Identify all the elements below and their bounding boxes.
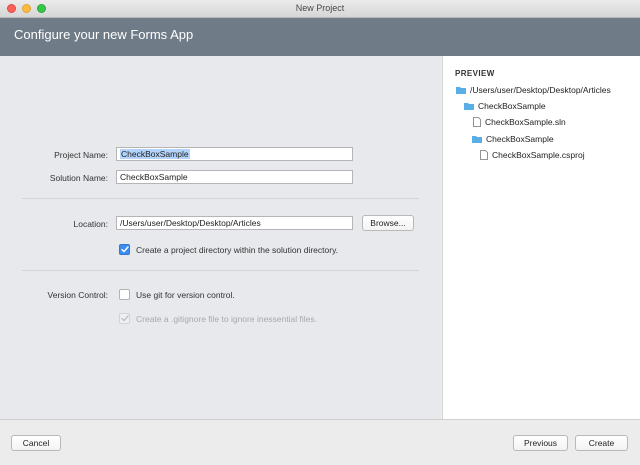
folder-icon (472, 136, 482, 143)
solution-name-value: CheckBoxSample (120, 172, 188, 182)
file-icon (480, 150, 488, 160)
tree-item-label: CheckBoxSample.sln (485, 117, 566, 127)
preview-title: PREVIEW (455, 69, 495, 78)
divider (22, 198, 419, 199)
tree-item-project-folder[interactable]: CheckBoxSample (472, 134, 554, 144)
location-label: Location: (73, 219, 109, 229)
dialog-footer: Cancel Previous Create (0, 419, 640, 465)
tree-item-solution-folder[interactable]: CheckBoxSample (464, 101, 546, 111)
use-git-checkbox[interactable] (119, 289, 130, 300)
file-icon (473, 117, 481, 127)
tree-item-label: /Users/user/Desktop/Desktop/Articles (470, 85, 611, 95)
folder-icon (464, 103, 474, 110)
tree-item-root-folder[interactable]: /Users/user/Desktop/Desktop/Articles (456, 85, 611, 95)
tree-item-csproj-file[interactable]: CheckBoxSample.csproj (480, 150, 585, 160)
previous-button[interactable]: Previous (513, 435, 568, 451)
settings-panel: Project Name: CheckBoxSample Solution Na… (0, 56, 441, 419)
solution-name-label: Solution Name: (49, 173, 108, 183)
create-button[interactable]: Create (575, 435, 628, 451)
tree-item-sln-file[interactable]: CheckBoxSample.sln (473, 117, 566, 127)
create-directory-label: Create a project directory within the so… (136, 244, 339, 255)
use-git-option[interactable]: Use git for version control. (119, 289, 235, 300)
title-bar[interactable]: New Project (0, 0, 640, 18)
project-name-value: CheckBoxSample (120, 149, 190, 159)
gitignore-checkbox (119, 313, 130, 324)
location-field[interactable]: /Users/user/Desktop/Desktop/Articles (116, 216, 353, 230)
tree-item-label: CheckBoxSample (486, 134, 554, 144)
project-name-field[interactable]: CheckBoxSample (116, 147, 353, 161)
new-project-window: New Project Configure your new Forms App… (0, 0, 640, 465)
tree-item-label: CheckBoxSample.csproj (492, 150, 585, 160)
create-directory-checkbox[interactable] (119, 244, 130, 255)
checkmark-icon (120, 315, 129, 322)
project-name-label: Project Name: (54, 150, 108, 160)
gitignore-label: Create a .gitignore file to ignore iness… (136, 313, 317, 324)
preview-panel: PREVIEW /Users/user/Desktop/Desktop/Arti… (442, 56, 640, 419)
folder-icon (456, 87, 466, 94)
gitignore-option: Create a .gitignore file to ignore iness… (119, 313, 317, 324)
dialog-title: Configure your new Forms App (14, 27, 194, 42)
location-value: /Users/user/Desktop/Desktop/Articles (120, 218, 261, 228)
solution-name-field[interactable]: CheckBoxSample (116, 170, 353, 184)
browse-button[interactable]: Browse... (362, 215, 414, 231)
dialog-header: Configure your new Forms App (0, 18, 640, 56)
create-directory-option[interactable]: Create a project directory within the so… (119, 244, 338, 255)
use-git-label: Use git for version control. (136, 289, 235, 300)
cancel-button[interactable]: Cancel (11, 435, 61, 451)
tree-item-label: CheckBoxSample (478, 101, 546, 111)
divider (22, 270, 419, 271)
version-control-label: Version Control: (47, 290, 108, 300)
checkmark-icon (120, 246, 129, 253)
window-title: New Project (295, 3, 345, 13)
